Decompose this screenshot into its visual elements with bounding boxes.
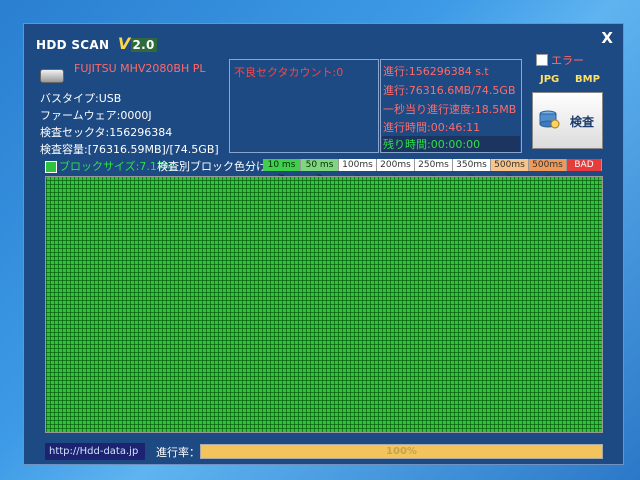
scan-button-label: 検査 [570,115,595,129]
bus-type: バスタイプ:USB [40,92,122,105]
bad-sector-count: 不良セクタカウント:0 [234,66,344,79]
legend-cell: 200ms > [377,159,415,182]
block-size-checkbox[interactable] [45,161,57,173]
version-number: 2.0 [130,38,157,52]
progress-remaining: 残り時間:00:00:00 [382,136,520,152]
version-letter: V [117,34,131,53]
legend-cell: 250ms > [415,159,453,182]
bad-sector-panel: 不良セクタカウント:0 [229,59,379,153]
block-scan-grid [45,176,603,433]
legend-cell: 100ms > [339,159,377,182]
legend-cell: 10 ms > [263,159,301,182]
scan-sector: 検査セックタ:156296384 [40,126,173,139]
hdd-scan-window: HDD SCAN V 2.0 X FUJITSU MHV2080BH PL バスタ… [23,23,624,465]
firmware: ファームウェア:0000J [40,109,152,122]
app-title: HDD SCAN V 2.0 [36,34,157,53]
progress-rate-label: 進行率： [156,446,200,459]
close-button[interactable]: X [601,29,613,47]
website-link[interactable]: http://Hdd-data.jp [45,443,145,460]
jpg-option[interactable]: JPG [540,74,559,85]
app-title-text: HDD SCAN [36,38,110,52]
error-checkbox[interactable] [536,54,548,66]
scan-capacity: 検査容量:[76316.59MB]/[74.5GB] [40,143,219,156]
legend-cell: BAD [567,159,602,171]
legend-cell: 350ms > [453,159,491,182]
legend-cell: 500ms > [491,159,529,182]
block-color-legend-label: 検査別ブロック色分け： [157,160,278,173]
progress-rate-text: 100% [386,446,417,457]
error-label: エラー [551,54,584,67]
progress-elapsed: 進行時間:00:46:11 [383,121,481,134]
progress-rate-bar: 100% [200,444,603,459]
progress-panel: 進行:156296384 s.t 進行:76316.6MB/74.5GB 一秒当… [380,59,522,153]
progress-size: 進行:76316.6MB/74.5GB [383,84,516,97]
scan-button[interactable]: 検査 [532,92,603,149]
legend-cell: 50 ms > [301,159,339,182]
drive-model: FUJITSU MHV2080BH PL [74,62,206,75]
progress-speed: 一秒当り進行速度:18.5MB [383,103,517,116]
database-scan-icon [539,110,560,129]
hard-drive-icon [40,69,64,83]
legend-cell: 500ms < [529,159,567,182]
progress-sector: 進行:156296384 s.t [383,65,489,78]
bmp-option[interactable]: BMP [575,74,600,85]
